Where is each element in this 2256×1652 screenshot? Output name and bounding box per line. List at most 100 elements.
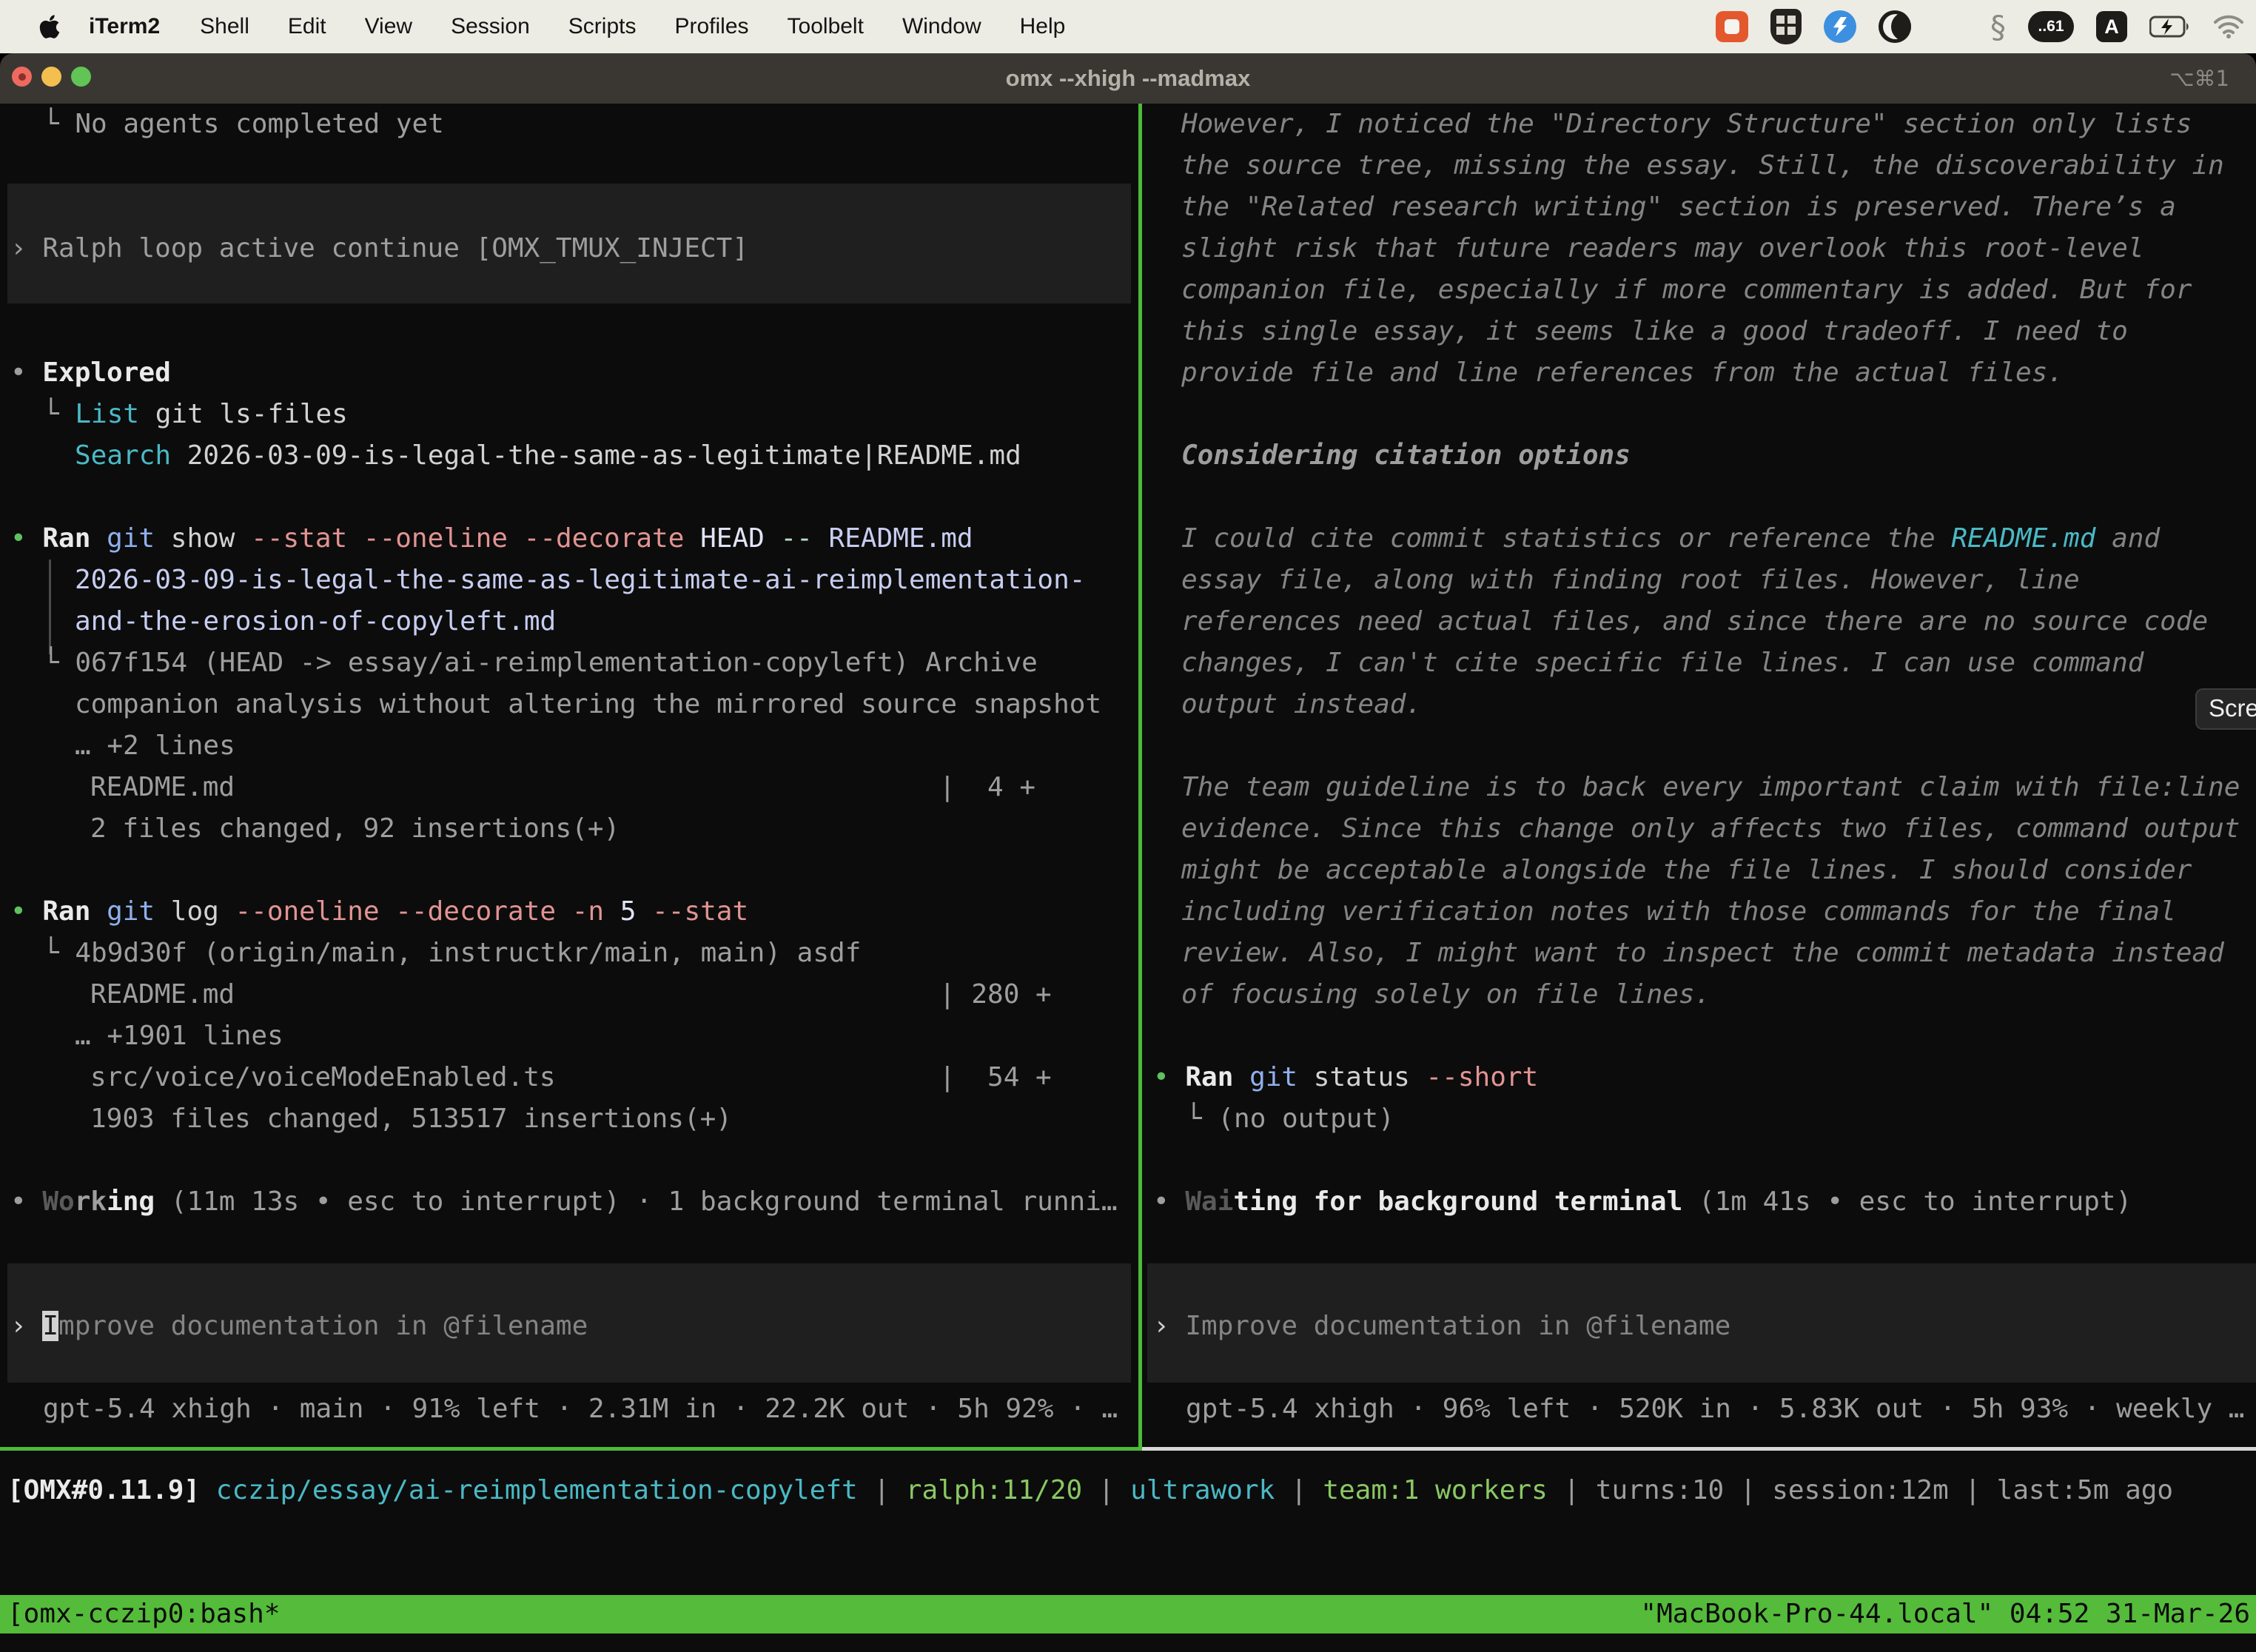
prompt-input-right[interactable]: › Improve documentation in @filename bbox=[1153, 1306, 1730, 1347]
menu-item-view[interactable]: View bbox=[346, 14, 432, 39]
text-segment: README.md bbox=[829, 523, 973, 554]
text-segment: 4b9d30f (origin/main, instructkr/main, m… bbox=[75, 938, 861, 968]
text-segment: (1m 41s • esc to interrupt) bbox=[1682, 1186, 2132, 1217]
bolt-badge-icon[interactable] bbox=[1824, 10, 1856, 43]
left-terminal-pane[interactable]: └ No agents completed yet › Ralph loop ac… bbox=[0, 104, 1138, 1447]
menu-item-help[interactable]: Help bbox=[1001, 14, 1085, 39]
text-segment bbox=[380, 896, 396, 927]
terminal-line: | 4 + bbox=[939, 767, 1035, 808]
text-segment: [OMX#0.11.9] bbox=[7, 1475, 200, 1505]
text-segment: | 280 + bbox=[939, 979, 1052, 1010]
terminal-line: › Ralph loop active continue [OMX_TMUX_I… bbox=[10, 228, 748, 269]
text-segment: the source tree, missing the essay. Stil… bbox=[1181, 150, 2224, 181]
text-segment: -n bbox=[572, 896, 604, 927]
text-segment: git ls-files bbox=[139, 399, 348, 429]
text-segment: | bbox=[1724, 1475, 1772, 1505]
terminal-line: 1903 files changed, 513517 insertions(+) bbox=[90, 1098, 732, 1140]
terminal-line: essay file, along with finding root file… bbox=[1181, 560, 2080, 601]
menu-item-scripts[interactable]: Scripts bbox=[549, 14, 656, 39]
terminal-line: … +2 lines bbox=[75, 725, 235, 767]
apple-menu-icon[interactable] bbox=[38, 13, 61, 40]
text-segment: README.md bbox=[90, 979, 235, 1010]
thinking-heading: Considering citation options bbox=[1181, 435, 1631, 477]
text-segment: references need actual files, and since … bbox=[1181, 606, 2208, 637]
menu-item-profiles[interactable]: Profiles bbox=[655, 14, 768, 39]
terminal-line: and-the-erosion-of-copyleft.md bbox=[75, 601, 556, 642]
text-segment: src/voice/voiceModeEnabled.ts bbox=[90, 1062, 556, 1092]
squiggle-icon[interactable]: § bbox=[1990, 9, 2006, 45]
text-segment bbox=[684, 523, 700, 554]
text-segment: └ bbox=[43, 399, 75, 429]
text-segment: of focusing solely on file lines. bbox=[1181, 979, 1711, 1010]
text-segment: provide file and line references from th… bbox=[1181, 357, 2064, 388]
crescent-circle-icon[interactable] bbox=[1879, 10, 1911, 43]
wifi-icon[interactable] bbox=[2213, 15, 2244, 38]
text-segment: --stat bbox=[652, 896, 748, 927]
text-segment: The team guideline is to back every impo… bbox=[1181, 772, 2240, 802]
text-segment: └ bbox=[43, 648, 75, 678]
text-segment: rk bbox=[75, 1186, 107, 1217]
text-segment: | bbox=[858, 1475, 906, 1505]
terminal-line: • Ran git show --stat --oneline --decora… bbox=[10, 518, 973, 560]
screen-record-icon[interactable] bbox=[1716, 11, 1748, 42]
terminal-line: review. Also, I might want to inspect th… bbox=[1181, 933, 2224, 974]
dots-grid-icon[interactable] bbox=[1933, 10, 1968, 44]
text-segment: status bbox=[1297, 1062, 1426, 1092]
terminal-line: └ No agents completed yet bbox=[43, 104, 444, 145]
text-segment: --decorate bbox=[524, 523, 685, 554]
battery-icon[interactable] bbox=[2149, 16, 2191, 38]
text-segment: --oneline bbox=[363, 523, 508, 554]
menu-item-edit[interactable]: Edit bbox=[269, 14, 346, 39]
text-segment: ralph:11/20 bbox=[906, 1475, 1082, 1505]
terminal-line: provide file and line references from th… bbox=[1181, 352, 2064, 394]
text-segment: git bbox=[1249, 1062, 1297, 1092]
terminal-line: src/voice/voiceModeEnabled.ts bbox=[90, 1057, 556, 1098]
input-source-icon[interactable]: A bbox=[2096, 11, 2127, 42]
terminal-line: • Explored bbox=[10, 352, 171, 394]
text-segment: Ran bbox=[42, 523, 90, 554]
text-segment: the "Related research writing" section i… bbox=[1181, 192, 2176, 222]
window-title: omx --xhigh --madmax bbox=[0, 53, 2256, 104]
right-terminal-pane[interactable]: However, I noticed the "Directory Struct… bbox=[1143, 104, 2256, 1447]
menu-item-window[interactable]: Window bbox=[883, 14, 1001, 39]
text-segment: this single essay, it seems like a good … bbox=[1181, 316, 2128, 346]
right-pane-bottom-border bbox=[1142, 1447, 2256, 1451]
text-segment: gpt-5.4 xhigh · main · 91% left · 2.31M … bbox=[43, 1394, 1118, 1424]
text-segment: › bbox=[1153, 1311, 1185, 1341]
terminal-line: changes, I can't cite specific file line… bbox=[1181, 642, 2143, 684]
terminal-line: this single essay, it seems like a good … bbox=[1181, 311, 2128, 352]
text-segment: companion file, especially if more comme… bbox=[1181, 275, 2192, 305]
text-segment: └ bbox=[43, 109, 75, 139]
text-segment bbox=[90, 523, 107, 554]
text-segment: review. Also, I might want to inspect th… bbox=[1181, 938, 2224, 968]
text-segment: 2026-03-09-is-legal-the-same-as-legitima… bbox=[75, 565, 1085, 595]
text-segment: I bbox=[42, 1311, 58, 1341]
terminal-line: README.md bbox=[90, 767, 235, 808]
terminal-line: └ (no output) bbox=[1186, 1098, 1394, 1140]
text-segment: slight risk that future readers may over… bbox=[1181, 233, 2143, 263]
terminal-line: companion file, especially if more comme… bbox=[1181, 269, 2192, 311]
text-segment: I could cite commit statistics or refere… bbox=[1181, 523, 1951, 554]
menu-item-session[interactable]: Session bbox=[432, 14, 549, 39]
prompt-input-left[interactable]: › Improve documentation in @filename bbox=[10, 1306, 588, 1347]
tree-connector-line bbox=[49, 560, 51, 654]
terminal-line: • Ran git status --short bbox=[1153, 1057, 1538, 1098]
pane-divider[interactable] bbox=[1138, 104, 1142, 1451]
text-segment: README.md bbox=[1951, 523, 2095, 554]
menu-item-shell[interactable]: Shell bbox=[181, 14, 269, 39]
menu-item-toolbelt[interactable]: Toolbelt bbox=[768, 14, 883, 39]
menu-item-iterm2[interactable]: iTerm2 bbox=[68, 14, 181, 39]
text-segment: ing bbox=[107, 1186, 155, 1217]
terminal-line: of focusing solely on file lines. bbox=[1181, 974, 1711, 1015]
text-segment: might be acceptable alongside the file l… bbox=[1181, 855, 2192, 885]
macos-menu-bar: iTerm2ShellEditViewSessionScriptsProfile… bbox=[0, 0, 2256, 53]
text-segment bbox=[556, 896, 572, 927]
terminal-line: | 54 + bbox=[939, 1057, 1052, 1098]
shield-icon[interactable] bbox=[1770, 9, 1802, 44]
text-segment: README.md bbox=[90, 772, 235, 802]
text-segment: Wo bbox=[42, 1186, 74, 1217]
text-segment: session:12m bbox=[1772, 1475, 1948, 1505]
text-segment: However, I noticed the "Directory Struct… bbox=[1181, 109, 2192, 139]
count-badge-icon[interactable]: ..61 bbox=[2028, 11, 2074, 42]
text-segment bbox=[1233, 1062, 1249, 1092]
